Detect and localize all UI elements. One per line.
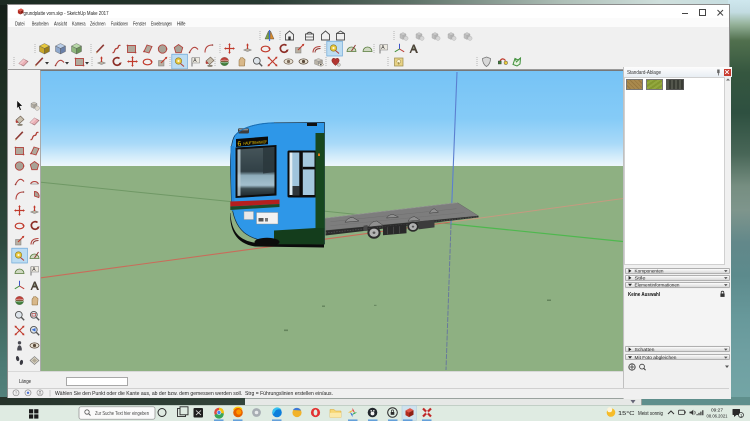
svg-text:Keine Auswahl: Keine Auswahl bbox=[628, 292, 660, 298]
svg-text:Stile: Stile bbox=[635, 276, 646, 282]
svg-text:Komponenten: Komponenten bbox=[635, 269, 664, 275]
svg-text:Mit Foto abgleichen: Mit Foto abgleichen bbox=[635, 355, 677, 361]
svg-text:grundplatte vorn.skp - SketchU: grundplatte vorn.skp - SketchUp Make 201… bbox=[24, 11, 109, 17]
svg-text:Wählen Sie den Punkt oder die: Wählen Sie den Punkt oder die Kante aus,… bbox=[55, 391, 333, 397]
svg-text:6: 6 bbox=[237, 141, 241, 148]
svg-text:Zur Suche Text hier eingeben: Zur Suche Text hier eingeben bbox=[95, 411, 149, 417]
svg-text:Elementinformationen: Elementinformationen bbox=[635, 283, 680, 289]
svg-text:Schatten: Schatten bbox=[635, 347, 655, 353]
svg-text:Standard-Ablage: Standard-Ablage bbox=[627, 70, 661, 76]
svg-text:15°C: 15°C bbox=[618, 411, 635, 417]
svg-text:?: ? bbox=[15, 391, 18, 396]
svg-text:Meist sonnig: Meist sonnig bbox=[638, 411, 663, 417]
svg-text:Länge: Länge bbox=[19, 379, 31, 385]
svg-text:08.06.2021: 08.06.2021 bbox=[707, 413, 728, 418]
